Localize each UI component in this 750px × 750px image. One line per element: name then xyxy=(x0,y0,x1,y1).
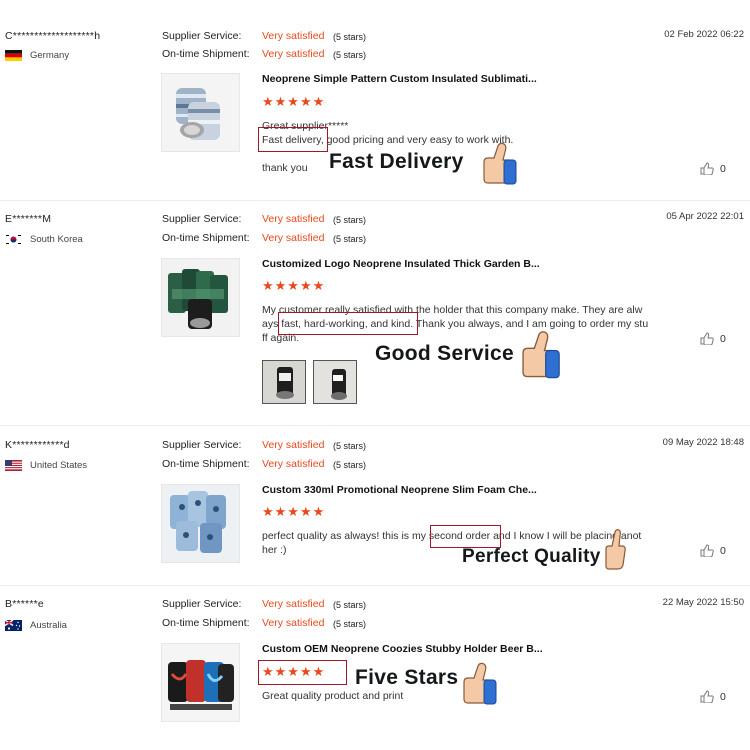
ontime-shipment-rating: Very satisfied xyxy=(262,617,325,629)
highlight-box xyxy=(258,660,347,685)
country-label: Australia xyxy=(30,620,67,631)
ontime-shipment-stars: (5 stars) xyxy=(333,619,367,629)
thumbs-up-illustration-icon xyxy=(463,662,497,705)
review-card: B******e Australia Supplier Service: Ver… xyxy=(0,0,750,750)
callout-label: Five Stars xyxy=(355,666,459,689)
supplier-service-stars: (5 stars) xyxy=(333,600,367,610)
australia-flag-icon xyxy=(5,620,22,631)
review-text: Great quality product and print xyxy=(262,690,404,702)
supplier-service-rating: Very satisfied xyxy=(262,598,325,610)
like-button[interactable]: 0 xyxy=(700,690,726,703)
buyer-country: Australia xyxy=(5,620,67,631)
product-title[interactable]: Custom OEM Neoprene Coozies Stubby Holde… xyxy=(262,643,543,655)
buyer-name: B******e xyxy=(5,598,44,610)
thumbs-up-icon xyxy=(700,690,714,703)
like-count: 0 xyxy=(720,690,726,703)
product-thumbnail[interactable] xyxy=(161,643,240,722)
review-date: 22 May 2022 15:50 xyxy=(662,597,744,608)
ontime-shipment-label: On-time Shipment: xyxy=(162,617,250,629)
supplier-service-label: Supplier Service: xyxy=(162,598,242,610)
